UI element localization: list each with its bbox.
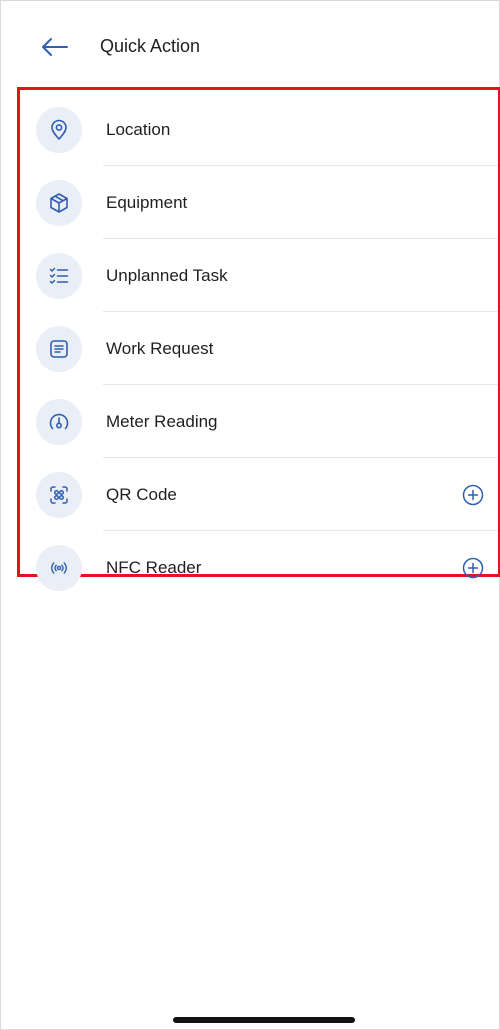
header: Quick Action: [1, 1, 499, 89]
checklist-icon: [36, 252, 82, 299]
plus-circle-icon: [462, 484, 484, 505]
action-label: Work Request: [106, 338, 214, 358]
add-qr-code-button[interactable]: [460, 482, 486, 508]
quick-action-screen: Quick Action Location Equipment Unplanne…: [0, 0, 500, 1030]
action-list: Location Equipment Unplanned Task Work R…: [20, 93, 498, 604]
action-label: NFC Reader: [106, 557, 202, 577]
document-list-icon: [36, 325, 82, 372]
action-item-work-request[interactable]: Work Request: [20, 312, 498, 385]
action-label: Location: [106, 119, 171, 139]
action-item-qr-code[interactable]: QR Code: [20, 458, 498, 531]
action-label: QR Code: [106, 484, 177, 504]
action-label: Unplanned Task: [106, 265, 228, 285]
page-title: Quick Action: [100, 36, 201, 56]
add-nfc-reader-button[interactable]: [460, 555, 486, 581]
action-item-unplanned-task[interactable]: Unplanned Task: [20, 239, 498, 312]
qr-scan-icon: [36, 471, 82, 518]
action-item-equipment[interactable]: Equipment: [20, 166, 498, 239]
back-button[interactable]: [37, 31, 73, 63]
action-label: Meter Reading: [106, 411, 218, 431]
nfc-icon: [36, 544, 82, 591]
plus-circle-icon: [462, 557, 484, 578]
action-item-nfc-reader[interactable]: NFC Reader: [20, 531, 498, 604]
action-item-meter-reading[interactable]: Meter Reading: [20, 385, 498, 458]
action-item-location[interactable]: Location: [20, 93, 498, 166]
cube-icon: [36, 179, 82, 226]
action-label: Equipment: [106, 192, 188, 212]
home-indicator[interactable]: [173, 1017, 355, 1023]
quick-actions-panel: Location Equipment Unplanned Task Work R…: [17, 87, 500, 591]
meter-gauge-icon: [36, 398, 82, 445]
location-pin-icon: [36, 106, 82, 153]
arrow-left-icon: [42, 38, 68, 56]
